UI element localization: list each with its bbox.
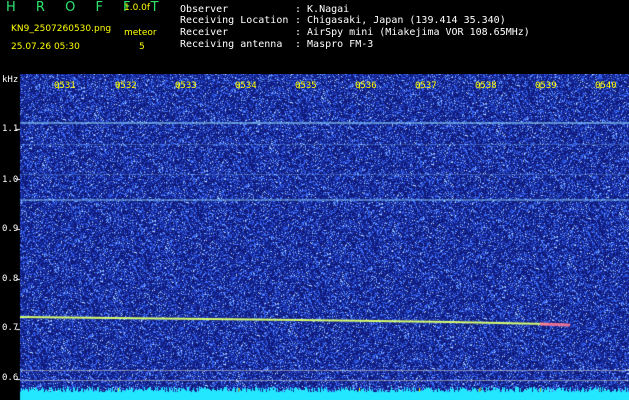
info-label-antenna: Receiving antenna	[180, 39, 283, 50]
header-panel: H R O F F T 1.0.0f KN9_2507260530.png me…	[0, 0, 629, 74]
y-tick-label: 0.8	[2, 274, 19, 284]
time-tick-label: 0532	[115, 81, 137, 91]
time-tick-label: 0538	[475, 81, 497, 91]
time-tick-label: 0531	[54, 81, 76, 91]
time-tick-label: 0536	[355, 81, 377, 91]
info-value-observer: : K.Nagai	[295, 4, 350, 15]
y-tick-label: 1.1	[2, 124, 19, 134]
y-tick-label: 0.9	[2, 224, 19, 234]
y-tick-label: 0.7	[2, 323, 19, 333]
info-value-receiver: : AirSpy mini (Miakejima VOR 108.65MHz)	[295, 27, 530, 38]
time-tick-label: 0540	[595, 81, 617, 91]
time-tick-label: 0533	[175, 81, 197, 91]
time-tick-label: 0537	[415, 81, 437, 91]
y-tick-label: 0.6	[2, 373, 19, 383]
info-label-observer: Observer	[180, 4, 229, 15]
observation-datetime: 25.07.26 05:30	[11, 42, 80, 52]
info-label-location: Receiving Location	[180, 15, 289, 26]
file-name: KN9_2507260530.png	[11, 24, 112, 34]
info-value-location: : Chigasaki, Japan (139.414 35.340)	[295, 15, 506, 26]
meteor-label: meteor	[124, 28, 157, 38]
info-label-receiver: Receiver	[180, 27, 229, 38]
time-tick-label: 0539	[535, 81, 557, 91]
y-tick-label: 1.0	[2, 175, 19, 185]
spectrogram-canvas	[0, 74, 629, 400]
time-tick-label: 0534	[235, 81, 257, 91]
meteor-count: 5	[139, 42, 145, 52]
info-value-antenna: : Maspro FM-3	[295, 39, 374, 50]
app-version: 1.0.0f	[124, 3, 151, 13]
y-axis-unit: kHz	[2, 75, 19, 85]
time-tick-label: 0535	[295, 81, 317, 91]
